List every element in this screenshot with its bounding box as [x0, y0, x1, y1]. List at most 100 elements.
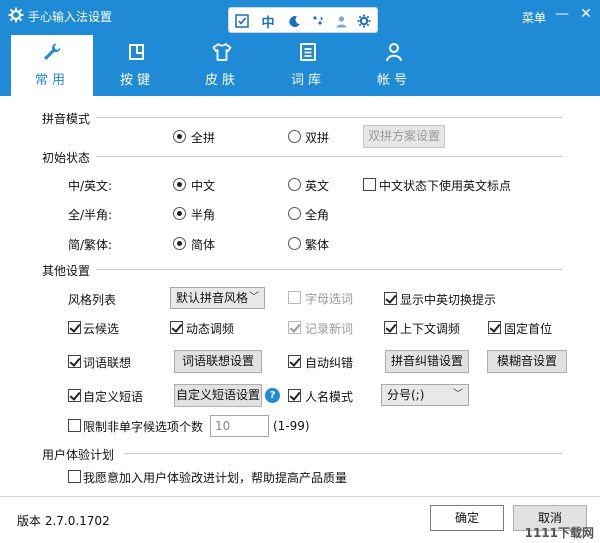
window-title: 手心输入法设置 — [28, 10, 113, 24]
soft-keyboard-icon[interactable] — [233, 12, 251, 30]
section-title-pinyin-mode: 拼音模式 — [42, 112, 91, 126]
tab-account[interactable]: 帐号 — [353, 38, 435, 96]
section-divider — [96, 156, 562, 157]
section-divider — [96, 117, 562, 118]
dynamic-freq-checkbox[interactable] — [170, 321, 183, 334]
double-pinyin-scheme-button[interactable]: 双拼方案设置 — [363, 125, 445, 148]
join-ux-plan-label: 我愿意加入用户体验改进计划，帮助提高产品质量 — [83, 471, 348, 485]
tab-label: 帐号 — [376, 73, 411, 88]
keyboard-key-icon — [129, 44, 144, 60]
footer-divider — [0, 496, 600, 497]
chevron-down-icon: ﹀ — [249, 292, 259, 303]
tab-label: 常用 — [34, 73, 69, 88]
fixed-first-checkbox[interactable] — [488, 321, 501, 334]
show-switch-tip-checkbox[interactable] — [384, 292, 397, 305]
style-select-value: 默认拼音风格 — [176, 291, 249, 305]
chinese-mode-icon[interactable]: 中 — [259, 12, 277, 31]
width-label: 全/半角: — [68, 208, 113, 222]
english-label: 英文 — [305, 179, 330, 193]
radio-chinese[interactable] — [173, 178, 186, 191]
title-bar[interactable]: 手心输入法设置 中 菜单 — ✕ — [0, 0, 600, 33]
context-freq-label: 上下文调频 — [400, 322, 461, 336]
tab-common[interactable]: 常用 — [11, 35, 93, 96]
close-button[interactable]: ✕ — [578, 6, 594, 22]
gear-icon[interactable] — [355, 12, 373, 30]
minimize-button[interactable]: — — [554, 6, 570, 22]
fixed-first-label: 固定首位 — [504, 322, 553, 336]
section-title-ux-plan: 用户体验计划 — [42, 448, 115, 462]
custom-phrase-label: 自定义短语 — [83, 390, 144, 404]
style-select[interactable]: 默认拼音风格 ﹀ — [170, 287, 265, 309]
word-assoc-checkbox[interactable] — [68, 355, 81, 368]
radio-full-pinyin[interactable] — [173, 130, 186, 143]
letter-select-label: 字母选词 — [305, 292, 354, 306]
version-label: 版本 2.7.0.1702 — [17, 514, 110, 528]
fuzzy-pinyin-settings-button[interactable]: 模糊音设置 — [487, 350, 567, 373]
auto-correct-checkbox[interactable] — [288, 355, 301, 368]
radio-full-width[interactable] — [288, 207, 301, 220]
user-icon[interactable] — [332, 12, 350, 30]
ime-status-toolbar[interactable]: 中 — [228, 7, 378, 33]
auto-correct-label: 自动纠错 — [305, 356, 354, 370]
limit-range-label: (1-99) — [273, 419, 310, 433]
chinese-label: 中文 — [191, 179, 216, 193]
full-pinyin-label: 全拼 — [191, 131, 216, 145]
menu-button[interactable]: 菜单 — [522, 9, 546, 26]
tab-label: 皮肤 — [204, 73, 239, 88]
radio-traditional[interactable] — [288, 237, 301, 250]
name-mode-checkbox[interactable] — [288, 389, 301, 402]
separator-select[interactable]: 分号(;) ﹀ — [381, 384, 469, 406]
record-new-words-label: 记录新词 — [305, 322, 354, 336]
custom-phrase-settings-button[interactable]: 自定义短语设置 — [174, 384, 262, 407]
dynamic-freq-label: 动态调频 — [186, 322, 235, 336]
person-icon — [386, 43, 402, 62]
radio-english[interactable] — [288, 178, 301, 191]
chevron-down-icon: ﹀ — [453, 389, 463, 400]
punctuation-icon[interactable] — [309, 12, 327, 30]
tab-dictionary[interactable]: 词库 — [267, 38, 349, 96]
traditional-label: 繁体 — [305, 238, 330, 252]
double-pinyin-label: 双拼 — [305, 131, 330, 145]
limit-candidates-checkbox[interactable] — [68, 419, 81, 432]
show-switch-tip-label: 显示中英切换提示 — [400, 293, 497, 307]
pinyin-correct-settings-button[interactable]: 拼音纠错设置 — [385, 350, 469, 373]
cloud-candidates-checkbox[interactable] — [68, 321, 81, 334]
custom-phrase-checkbox[interactable] — [68, 389, 81, 402]
help-icon[interactable]: ? — [265, 388, 280, 403]
moon-icon[interactable] — [285, 12, 303, 30]
tab-skin[interactable]: 皮肤 — [181, 38, 263, 96]
tab-label: 按键 — [119, 73, 154, 88]
section-title-other-settings: 其他设置 — [42, 264, 91, 278]
limit-candidates-label: 限制非单字候选项个数 — [83, 420, 204, 434]
radio-half-width[interactable] — [173, 207, 186, 220]
name-mode-label: 人名模式 — [305, 390, 354, 404]
tab-keys[interactable]: 按键 — [96, 38, 178, 96]
word-assoc-label: 词语联想 — [83, 356, 132, 370]
english-punctuation-checkbox[interactable] — [363, 178, 376, 191]
tshirt-icon — [212, 43, 232, 61]
letter-select-checkbox[interactable] — [288, 291, 301, 304]
join-ux-plan-checkbox[interactable] — [68, 470, 81, 483]
lang-label: 中/英文: — [68, 179, 113, 193]
style-list-label: 风格列表 — [68, 293, 117, 307]
radio-simplified[interactable] — [173, 237, 186, 250]
watermark: 1111下载网 — [524, 526, 594, 540]
wrench-icon — [44, 43, 61, 60]
app-gear-icon — [8, 7, 24, 23]
full-width-label: 全角 — [305, 208, 330, 222]
dictionary-icon — [300, 43, 316, 61]
context-freq-checkbox[interactable] — [384, 321, 397, 334]
section-divider — [96, 269, 562, 270]
separator-select-value: 分号(;) — [387, 388, 425, 402]
section-divider — [124, 453, 562, 454]
tab-label: 词库 — [290, 73, 325, 88]
record-new-words-checkbox[interactable] — [288, 321, 301, 334]
header: 手心输入法设置 中 菜单 — ✕ 常用 按键 皮肤 词库 帐号 — [0, 0, 600, 96]
ok-button[interactable]: 确定 — [430, 505, 504, 531]
word-assoc-settings-button[interactable]: 词语联想设置 — [174, 350, 262, 373]
english-punctuation-label: 中文状态下使用英文标点 — [379, 179, 512, 193]
section-title-initial-state: 初始状态 — [42, 151, 91, 165]
limit-count-input[interactable]: 10 — [210, 415, 269, 437]
radio-double-pinyin[interactable] — [288, 130, 301, 143]
script-label: 简/繁体: — [68, 238, 113, 252]
